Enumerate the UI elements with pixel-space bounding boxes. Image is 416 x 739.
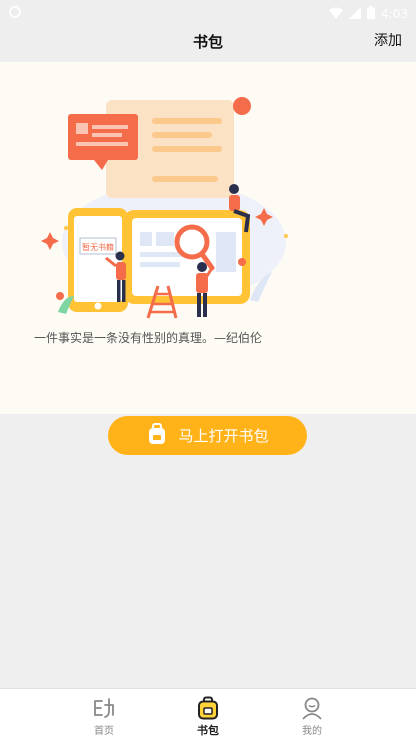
nav-bar: 书包 添加 — [0, 24, 416, 62]
wifi-icon — [329, 4, 344, 23]
tab-profile[interactable]: 我的 — [272, 689, 352, 739]
profile-icon — [300, 695, 324, 721]
tab-profile-label: 我的 — [302, 726, 322, 737]
status-time: 4:03 — [381, 6, 408, 21]
home-icon — [92, 695, 116, 721]
status-bar: 4:03 — [0, 0, 416, 24]
signal-icon — [349, 4, 362, 23]
sync-icon — [8, 4, 22, 23]
tab-home[interactable]: 首页 — [64, 689, 144, 739]
schoolbag-icon — [146, 422, 168, 449]
page-title: 书包 — [192, 33, 223, 51]
open-schoolbag-label: 马上打开书包 — [178, 427, 269, 445]
tab-schoolbag-label: 书包 — [197, 724, 219, 737]
empty-bookshelf-illustration: 暂无书籍 — [41, 97, 288, 319]
svg-text:暂无书籍: 暂无书籍 — [82, 242, 114, 252]
add-button[interactable]: 添加 — [374, 24, 402, 62]
bottom-tab-bar: 首页 书包 我的 — [0, 688, 416, 739]
empty-state-panel: 暂无书籍 一件事实是一条没有性别的真理。—纪伯伦 — [0, 62, 416, 414]
open-schoolbag-button[interactable]: 马上打开书包 — [108, 416, 307, 455]
tab-home-label: 首页 — [94, 726, 114, 737]
tab-schoolbag[interactable]: 书包 — [168, 689, 248, 739]
quote-text: 一件事实是一条没有性别的真理。—纪伯伦 — [34, 331, 263, 345]
battery-icon — [367, 4, 376, 23]
schoolbag-icon — [196, 695, 220, 721]
